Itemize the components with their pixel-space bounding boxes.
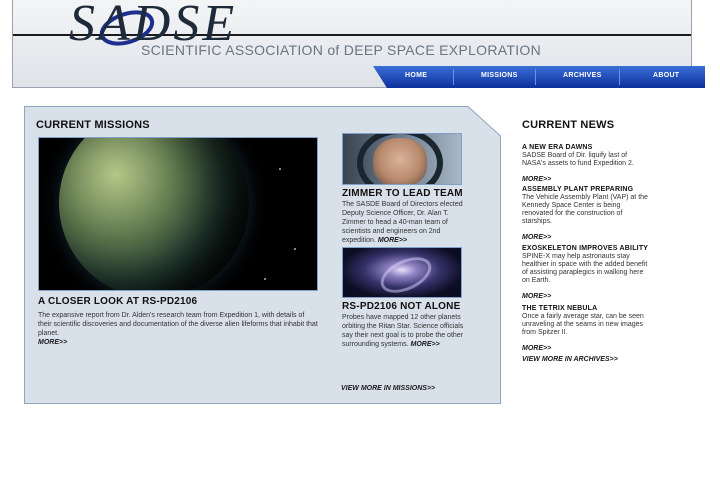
- news-item: EXOSKELETON IMPROVES ABILITY SPINE-X may…: [522, 245, 652, 303]
- nav-separator: [453, 69, 454, 85]
- galaxy-photo[interactable]: [342, 247, 462, 298]
- planet-graphic: [59, 138, 249, 290]
- site-header: SADSE SCIENTIFIC ASSOCIATION of DEEP SPA…: [12, 0, 705, 88]
- nav-home[interactable]: HOME: [405, 72, 427, 79]
- side2-title[interactable]: RS-PD2106 NOT ALONE: [342, 301, 460, 312]
- side1-body: The SASDE Board of Directors elected Dep…: [342, 200, 464, 245]
- side1-title[interactable]: ZIMMER TO LEAD TEAM: [342, 188, 463, 199]
- news-item-more-link[interactable]: MORE>>: [522, 176, 551, 183]
- galaxy-arm: [375, 249, 437, 297]
- star: [264, 278, 266, 280]
- news-item-more-link[interactable]: MORE>>: [522, 234, 551, 241]
- view-more-archives-link[interactable]: VIEW MORE IN ARCHIVES>>: [522, 356, 618, 363]
- nav-separator: [535, 69, 536, 85]
- nav-about[interactable]: ABOUT: [653, 72, 679, 79]
- news-item-body: SPINE-X may help astronauts stay healthi…: [522, 253, 648, 284]
- news-item-more-link[interactable]: MORE>>: [522, 345, 551, 352]
- star: [294, 248, 296, 250]
- news-item-body: Once a fairly average star, can be seen …: [522, 313, 644, 336]
- news-item-body: The Vehicle Assembly Plant (VAP) at the …: [522, 194, 648, 225]
- zimmer-photo[interactable]: [342, 133, 462, 185]
- nav-separator: [619, 69, 620, 85]
- astronaut-helmet: [357, 134, 443, 184]
- side2-more-link[interactable]: MORE>>: [410, 341, 439, 348]
- feature-text: The expansive report from Dr. Alden's re…: [38, 312, 318, 337]
- planet-image[interactable]: [38, 137, 318, 291]
- star: [279, 168, 281, 170]
- news-item: ASSEMBLY PLANT PREPARING The Vehicle Ass…: [522, 186, 652, 244]
- main-nav: HOME MISSIONS ARCHIVES ABOUT: [373, 66, 705, 88]
- side2-body: Probes have mapped 12 other planets orbi…: [342, 313, 464, 349]
- news-item-title[interactable]: A NEW ERA DAWNS: [522, 144, 652, 151]
- news-item-title[interactable]: ASSEMBLY PLANT PREPARING: [522, 186, 652, 193]
- nav-missions[interactable]: MISSIONS: [481, 72, 518, 79]
- news-item-title[interactable]: THE TETRIX NEBULA: [522, 305, 652, 312]
- news-item: A NEW ERA DAWNS SADSE Board of Dir. liqu…: [522, 144, 652, 186]
- side1-more-link[interactable]: MORE>>: [378, 237, 407, 244]
- missions-heading: CURRENT MISSIONS: [36, 119, 150, 131]
- side2-text: Probes have mapped 12 other planets orbi…: [342, 314, 464, 348]
- feature-body: The expansive report from Dr. Alden's re…: [38, 311, 318, 347]
- feature-more-link[interactable]: MORE>>: [38, 339, 67, 346]
- nav-archives[interactable]: ARCHIVES: [563, 72, 602, 79]
- feature-title[interactable]: A CLOSER LOOK AT RS-PD2106: [38, 296, 197, 307]
- news-item-more-link[interactable]: MORE>>: [522, 293, 551, 300]
- view-more-missions-link[interactable]: VIEW MORE IN MISSIONS>>: [341, 385, 435, 392]
- news-heading: CURRENT NEWS: [522, 119, 615, 131]
- news-item: THE TETRIX NEBULA Once a fairly average …: [522, 305, 652, 355]
- site-subtitle: SCIENTIFIC ASSOCIATION of DEEP SPACE EXP…: [141, 42, 542, 58]
- news-item-title[interactable]: EXOSKELETON IMPROVES ABILITY: [522, 245, 652, 252]
- news-item-body: SADSE Board of Dir. liquify last of NASA…: [522, 152, 634, 167]
